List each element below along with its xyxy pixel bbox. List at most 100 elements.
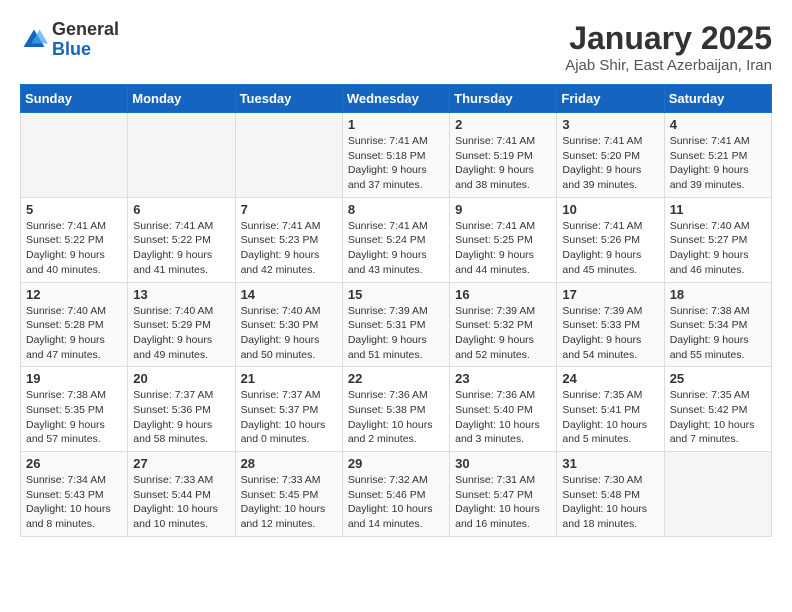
calendar-cell: 13Sunrise: 7:40 AM Sunset: 5:29 PM Dayli… — [128, 282, 235, 367]
calendar-cell: 1 Sunrise: 7:41 AM Sunset: 5:18 PM Daylig… — [342, 113, 449, 198]
day-number: 12 — [26, 287, 122, 302]
day-info: Sunrise: 7:41 AM Sunset: 5:18 PM Dayligh… — [348, 134, 444, 193]
day-number: 15 — [348, 287, 444, 302]
logo-icon — [20, 26, 48, 54]
weekday-header: Sunday — [21, 85, 128, 113]
day-number: 21 — [241, 371, 337, 386]
calendar-cell: 15 Sunrise: 7:39 AM Sunset: 5:31 PM Dayli… — [342, 282, 449, 367]
day-info: Sunrise: 7:40 AM Sunset: 5:29 PM Dayligh… — [133, 304, 229, 363]
day-info: Sunrise: 7:41 AM Sunset: 5:23 PM Dayligh… — [241, 219, 337, 278]
day-number: 31 — [562, 456, 658, 471]
day-info: Sunrise: 7:33 AM Sunset: 5:45 PM Dayligh… — [241, 473, 337, 532]
calendar-cell: 27 Sunrise: 7:33 AM Sunset: 5:44 PM Dayli… — [128, 452, 235, 537]
calendar-cell: 12 Sunrise: 7:40 AM Sunset: 5:28 PM Dayli… — [21, 282, 128, 367]
calendar-cell: 18Sunrise: 7:38 AM Sunset: 5:34 PM Dayli… — [664, 282, 771, 367]
calendar-week-row: 5 Sunrise: 7:41 AM Sunset: 5:22 PM Daylig… — [21, 197, 772, 282]
calendar-cell: 3 Sunrise: 7:41 AM Sunset: 5:20 PM Daylig… — [557, 113, 664, 198]
day-info: Sunrise: 7:40 AM Sunset: 5:28 PM Dayligh… — [26, 304, 122, 363]
day-number: 9 — [455, 202, 551, 217]
day-info: Sunrise: 7:41 AM Sunset: 5:19 PM Dayligh… — [455, 134, 551, 193]
calendar-cell: 31 Sunrise: 7:30 AM Sunset: 5:48 PM Dayli… — [557, 452, 664, 537]
weekday-header: Tuesday — [235, 85, 342, 113]
logo: General Blue — [20, 20, 119, 60]
day-number: 20 — [133, 371, 229, 386]
day-info: Sunrise: 7:41 AM Sunset: 5:24 PM Dayligh… — [348, 219, 444, 278]
calendar-cell: 25 Sunrise: 7:35 AM Sunset: 5:42 PM Dayli… — [664, 367, 771, 452]
day-info: Sunrise: 7:35 AM Sunset: 5:42 PM Dayligh… — [670, 388, 766, 447]
weekday-header: Saturday — [664, 85, 771, 113]
day-info: Sunrise: 7:37 AM Sunset: 5:37 PM Dayligh… — [241, 388, 337, 447]
calendar-cell: 22 Sunrise: 7:36 AM Sunset: 5:38 PM Dayli… — [342, 367, 449, 452]
calendar-cell: 14Sunrise: 7:40 AM Sunset: 5:30 PM Dayli… — [235, 282, 342, 367]
day-info: Sunrise: 7:39 AM Sunset: 5:31 PM Dayligh… — [348, 304, 444, 363]
day-number: 29 — [348, 456, 444, 471]
calendar-cell — [664, 452, 771, 537]
day-info: Sunrise: 7:41 AM Sunset: 5:22 PM Dayligh… — [26, 219, 122, 278]
day-number: 19 — [26, 371, 122, 386]
weekday-header: Thursday — [450, 85, 557, 113]
calendar-cell: 7 Sunrise: 7:41 AM Sunset: 5:23 PM Daylig… — [235, 197, 342, 282]
day-info: Sunrise: 7:38 AM Sunset: 5:34 PM Dayligh… — [670, 304, 766, 363]
day-number: 26 — [26, 456, 122, 471]
calendar-cell: 10 Sunrise: 7:41 AM Sunset: 5:26 PM Dayli… — [557, 197, 664, 282]
day-number: 23 — [455, 371, 551, 386]
calendar-week-row: 26 Sunrise: 7:34 AM Sunset: 5:43 PM Dayli… — [21, 452, 772, 537]
weekday-header: Wednesday — [342, 85, 449, 113]
weekday-header-row: SundayMondayTuesdayWednesdayThursdayFrid… — [21, 85, 772, 113]
day-info: Sunrise: 7:36 AM Sunset: 5:38 PM Dayligh… — [348, 388, 444, 447]
day-info: Sunrise: 7:36 AM Sunset: 5:40 PM Dayligh… — [455, 388, 551, 447]
day-info: Sunrise: 7:40 AM Sunset: 5:27 PM Dayligh… — [670, 219, 766, 278]
day-info: Sunrise: 7:39 AM Sunset: 5:32 PM Dayligh… — [455, 304, 551, 363]
day-number: 7 — [241, 202, 337, 217]
day-info: Sunrise: 7:38 AM Sunset: 5:35 PM Dayligh… — [26, 388, 122, 447]
day-number: 16 — [455, 287, 551, 302]
day-number: 11 — [670, 202, 766, 217]
calendar-cell: 29Sunrise: 7:32 AM Sunset: 5:46 PM Dayli… — [342, 452, 449, 537]
calendar-week-row: 12 Sunrise: 7:40 AM Sunset: 5:28 PM Dayli… — [21, 282, 772, 367]
calendar-cell: 26 Sunrise: 7:34 AM Sunset: 5:43 PM Dayli… — [21, 452, 128, 537]
calendar-cell: 2 Sunrise: 7:41 AM Sunset: 5:19 PM Daylig… — [450, 113, 557, 198]
day-info: Sunrise: 7:41 AM Sunset: 5:20 PM Dayligh… — [562, 134, 658, 193]
calendar-cell: 24Sunrise: 7:35 AM Sunset: 5:41 PM Dayli… — [557, 367, 664, 452]
calendar-cell: 19 Sunrise: 7:38 AM Sunset: 5:35 PM Dayli… — [21, 367, 128, 452]
day-number: 5 — [26, 202, 122, 217]
calendar-cell: 30Sunrise: 7:31 AM Sunset: 5:47 PM Dayli… — [450, 452, 557, 537]
page-header: General Blue January 2025 Ajab Shir, Eas… — [20, 20, 772, 74]
day-number: 27 — [133, 456, 229, 471]
calendar-cell — [235, 113, 342, 198]
day-info: Sunrise: 7:37 AM Sunset: 5:36 PM Dayligh… — [133, 388, 229, 447]
weekday-header: Monday — [128, 85, 235, 113]
calendar-cell: 4 Sunrise: 7:41 AM Sunset: 5:21 PM Daylig… — [664, 113, 771, 198]
day-info: Sunrise: 7:34 AM Sunset: 5:43 PM Dayligh… — [26, 473, 122, 532]
calendar-cell: 20 Sunrise: 7:37 AM Sunset: 5:36 PM Dayli… — [128, 367, 235, 452]
day-number: 10 — [562, 202, 658, 217]
day-number: 3 — [562, 117, 658, 132]
day-number: 25 — [670, 371, 766, 386]
calendar-cell: 5 Sunrise: 7:41 AM Sunset: 5:22 PM Daylig… — [21, 197, 128, 282]
calendar-cell: 9Sunrise: 7:41 AM Sunset: 5:25 PM Daylig… — [450, 197, 557, 282]
day-info: Sunrise: 7:31 AM Sunset: 5:47 PM Dayligh… — [455, 473, 551, 532]
day-info: Sunrise: 7:39 AM Sunset: 5:33 PM Dayligh… — [562, 304, 658, 363]
calendar-title: January 2025 — [565, 20, 772, 57]
day-number: 22 — [348, 371, 444, 386]
day-number: 28 — [241, 456, 337, 471]
calendar-cell: 6Sunrise: 7:41 AM Sunset: 5:22 PM Daylig… — [128, 197, 235, 282]
day-info: Sunrise: 7:30 AM Sunset: 5:48 PM Dayligh… — [562, 473, 658, 532]
day-info: Sunrise: 7:41 AM Sunset: 5:26 PM Dayligh… — [562, 219, 658, 278]
day-number: 14 — [241, 287, 337, 302]
day-number: 4 — [670, 117, 766, 132]
day-info: Sunrise: 7:41 AM Sunset: 5:21 PM Dayligh… — [670, 134, 766, 193]
day-number: 1 — [348, 117, 444, 132]
day-number: 17 — [562, 287, 658, 302]
title-block: January 2025 Ajab Shir, East Azerbaijan,… — [565, 20, 772, 74]
day-number: 2 — [455, 117, 551, 132]
day-info: Sunrise: 7:35 AM Sunset: 5:41 PM Dayligh… — [562, 388, 658, 447]
calendar-week-row: 1 Sunrise: 7:41 AM Sunset: 5:18 PM Daylig… — [21, 113, 772, 198]
calendar-cell: 11 Sunrise: 7:40 AM Sunset: 5:27 PM Dayli… — [664, 197, 771, 282]
calendar-cell — [21, 113, 128, 198]
day-info: Sunrise: 7:33 AM Sunset: 5:44 PM Dayligh… — [133, 473, 229, 532]
calendar-cell: 28 Sunrise: 7:33 AM Sunset: 5:45 PM Dayli… — [235, 452, 342, 537]
day-info: Sunrise: 7:41 AM Sunset: 5:22 PM Dayligh… — [133, 219, 229, 278]
calendar-cell: 16 Sunrise: 7:39 AM Sunset: 5:32 PM Dayli… — [450, 282, 557, 367]
day-number: 8 — [348, 202, 444, 217]
